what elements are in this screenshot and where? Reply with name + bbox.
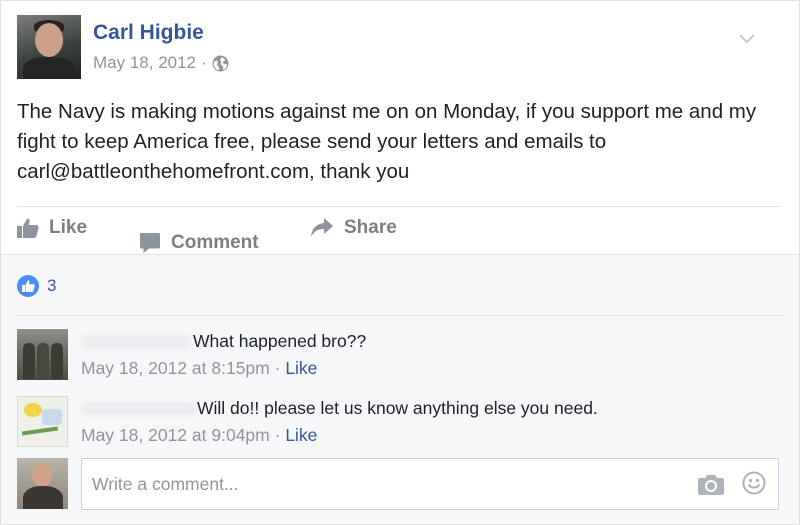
divider [17,315,783,316]
post-card: Carl Higbie May 18, 2012 · The Navy is m… [0,0,800,525]
like-reaction-icon [17,275,39,297]
comment-text: What happened bro?? [193,331,367,351]
comment-composer [17,458,783,510]
comment-input-box[interactable] [81,458,779,510]
post-actions: Like Comment Share [17,206,781,254]
commenter-avatar[interactable] [17,396,68,447]
chevron-down-icon[interactable] [739,33,755,45]
meta-separator: · [274,358,281,378]
like-label: Like [49,217,88,238]
post-text: The Navy is making motions against me on… [17,100,757,183]
comment-item: What happened bro?? May 18, 2012 at 8:15… [17,329,777,381]
comment-like-link[interactable]: Like [285,358,317,378]
comment-timestamp[interactable]: May 18, 2012 at 9:04pm [81,425,270,445]
comment-meta: May 18, 2012 at 8:15pm · Like [81,358,317,379]
smiley-icon[interactable] [742,471,766,495]
speech-bubble-icon [140,233,160,253]
post-date[interactable]: May 18, 2012 [93,53,196,73]
like-button[interactable]: Like [17,217,87,239]
comment-like-link[interactable]: Like [285,425,317,445]
author-name[interactable]: Carl Higbie [93,21,204,45]
comment-text: Will do!! please let us know anything el… [197,398,598,418]
reactions-summary[interactable]: 3 [17,275,56,297]
post-meta: May 18, 2012 · [93,53,229,73]
share-label: Share [344,217,397,238]
meta-separator: · [274,425,281,445]
comment-meta: May 18, 2012 at 9:04pm · Like [81,425,317,446]
commenter-name-redacted [81,402,199,416]
comments-section: 3 What happened bro?? May 18, 2012 at 8:… [1,254,799,524]
current-user-avatar[interactable] [17,458,68,509]
post-header: Carl Higbie May 18, 2012 · [17,15,777,79]
meta-separator: · [201,53,207,72]
comment-input[interactable] [82,459,682,509]
author-avatar[interactable] [17,15,81,79]
share-button[interactable]: Share [310,217,397,239]
comment-item: Will do!! please let us know anything el… [17,396,777,448]
commenter-avatar[interactable] [17,329,68,380]
globe-icon[interactable] [212,55,229,72]
thumbs-up-icon [17,218,39,238]
share-arrow-icon [311,218,333,237]
camera-icon[interactable] [698,473,724,495]
comment-label: Comment [171,232,259,253]
like-count[interactable]: 3 [47,276,56,296]
comment-timestamp[interactable]: May 18, 2012 at 8:15pm [81,358,270,378]
commenter-name-redacted [81,335,191,349]
